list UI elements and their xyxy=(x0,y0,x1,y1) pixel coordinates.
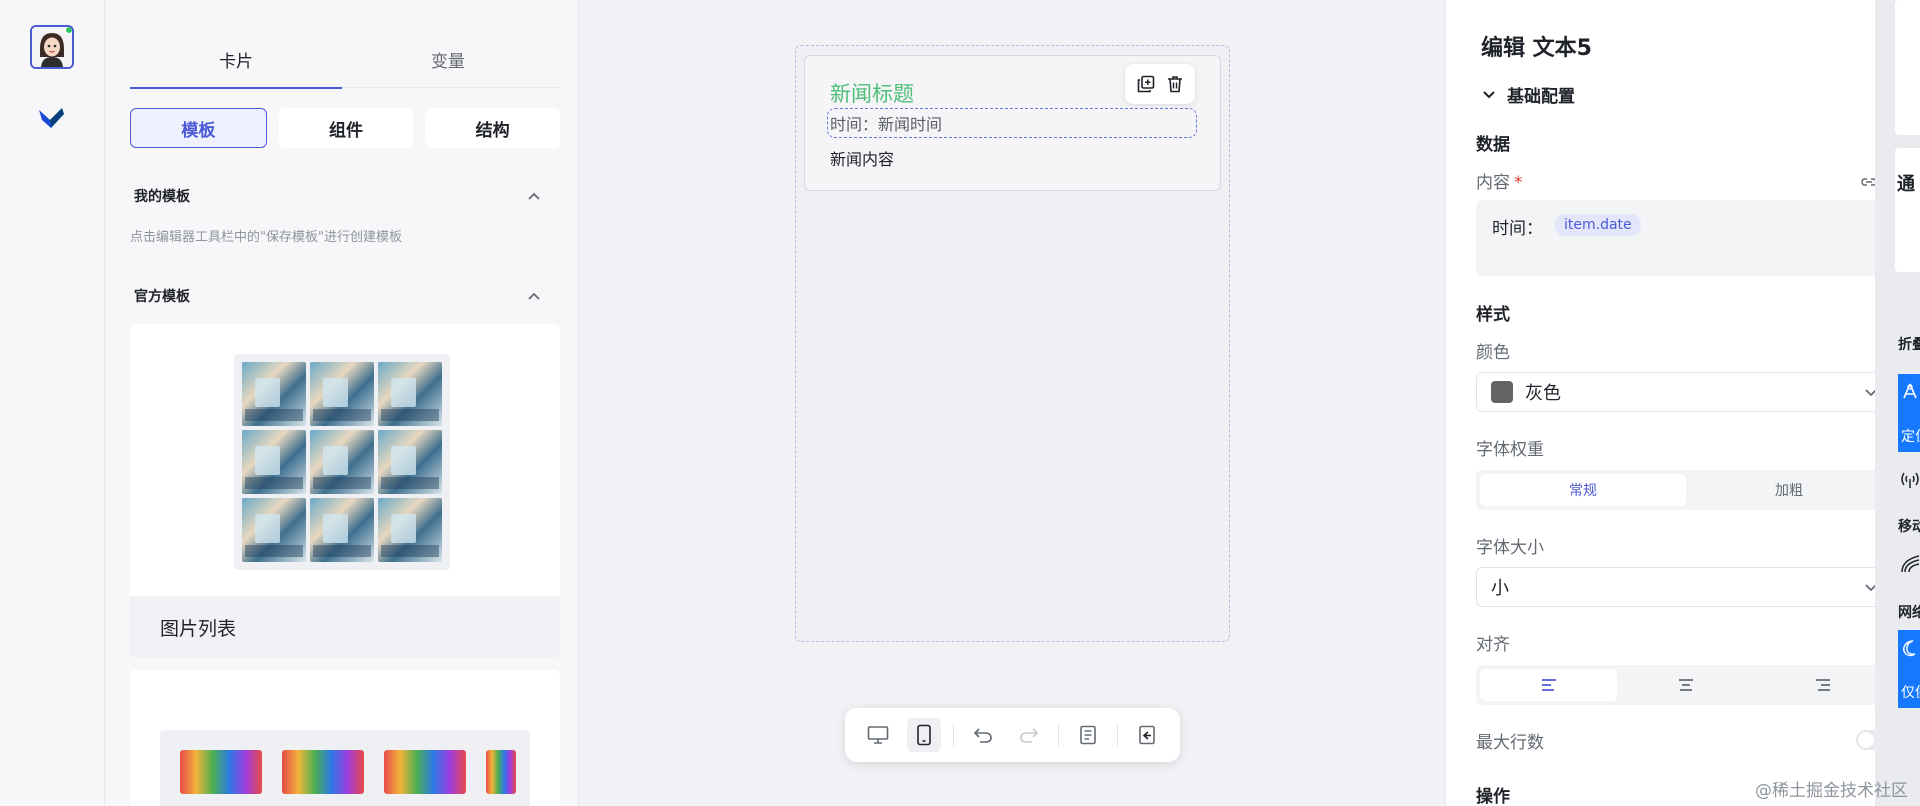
template-thumbnail xyxy=(160,730,530,806)
tab-card[interactable]: 卡片 xyxy=(130,30,342,89)
element-toolbar xyxy=(1125,64,1195,104)
tab-variables[interactable]: 变量 xyxy=(342,30,554,88)
my-templates-title: 我的模板 xyxy=(134,189,190,205)
weight-bold-option[interactable]: 加粗 xyxy=(1686,474,1875,506)
panel-tabs: 卡片 变量 xyxy=(130,30,560,89)
online-status-dot xyxy=(64,27,72,35)
config-title: 编辑 文本5 xyxy=(1481,36,1592,61)
desktop-view-icon[interactable] xyxy=(861,718,895,752)
location-icon xyxy=(1903,383,1917,399)
document-icon[interactable] xyxy=(1071,718,1105,752)
left-rail xyxy=(0,0,105,806)
news-card[interactable]: 新闻标题 时间：新闻时间 新闻内容 xyxy=(804,55,1221,191)
operations-header: 操作 xyxy=(1476,787,1510,806)
strip-label-fold: 折叠 xyxy=(1898,337,1920,353)
network-icon[interactable] xyxy=(1899,552,1920,574)
font-size-value: 小 xyxy=(1491,578,1509,599)
toolbar-divider xyxy=(1058,724,1059,746)
segment-templates[interactable]: 模板 xyxy=(130,108,267,148)
align-left-icon[interactable] xyxy=(1480,669,1618,701)
strip-card-text: 通 xyxy=(1897,174,1915,195)
panel-segments: 模板 组件 结构 xyxy=(130,108,561,148)
trash-icon[interactable] xyxy=(1164,73,1186,95)
chevron-up-icon[interactable] xyxy=(526,188,542,204)
color-select[interactable]: 灰色 xyxy=(1476,372,1875,412)
brand-logo-icon[interactable] xyxy=(36,100,68,132)
chevron-down-icon xyxy=(1865,584,1875,592)
align-right-icon[interactable] xyxy=(1755,669,1875,701)
align-center-icon[interactable] xyxy=(1617,669,1754,701)
required-mark: * xyxy=(1514,173,1523,193)
segment-structure[interactable]: 结构 xyxy=(425,108,561,148)
style-header: 样式 xyxy=(1476,305,1510,325)
color-swatch xyxy=(1491,381,1513,403)
canvas-toolbar xyxy=(845,708,1180,762)
font-weight-toggle: 常规 加粗 xyxy=(1476,470,1875,510)
phone-preview-frame: 新闻标题 时间：新闻时间 新闻内容 xyxy=(795,45,1230,642)
toolbar-divider xyxy=(1117,724,1118,746)
content-input[interactable]: 时间： item.date xyxy=(1476,200,1875,276)
my-templates-hint: 点击编辑器工具栏中的"保存模板"进行创建模板 xyxy=(130,230,402,245)
color-label: 颜色 xyxy=(1476,343,1510,363)
strip-blue-label: 仅供 xyxy=(1901,685,1920,701)
chevron-down-icon xyxy=(1483,90,1495,98)
data-header: 数据 xyxy=(1476,135,1510,155)
moon-icon xyxy=(1903,640,1916,657)
chevron-down-icon xyxy=(1865,389,1875,397)
weight-regular-option[interactable]: 常规 xyxy=(1480,474,1686,506)
align-toggle xyxy=(1476,665,1875,705)
font-size-label: 字体大小 xyxy=(1476,538,1544,558)
component-panel: 卡片 变量 模板 组件 结构 我的模板 点击编辑器工具栏中的"保存模板"进行创建… xyxy=(106,0,579,806)
import-icon[interactable] xyxy=(1130,718,1164,752)
card-title[interactable]: 新闻标题 xyxy=(830,78,914,108)
link-icon[interactable] xyxy=(1861,174,1875,190)
undo-icon[interactable] xyxy=(966,718,1000,752)
strip-blue-label: 定位 xyxy=(1901,429,1920,445)
watermark: @稀土掘金技术社区 xyxy=(1755,781,1908,801)
signal-icon[interactable] xyxy=(1899,468,1920,490)
template-card-image-list[interactable]: 图片列表 xyxy=(130,324,560,658)
color-value: 灰色 xyxy=(1525,383,1561,404)
official-templates-title: 官方模板 xyxy=(134,289,190,305)
strip-only-item[interactable]: 仅供 xyxy=(1898,630,1920,708)
right-side-strip: 通 折叠 定位 移动 网络 仅供 xyxy=(1875,0,1920,806)
strip-label-move: 移动 xyxy=(1898,519,1920,535)
strip-card: 通 xyxy=(1895,148,1920,272)
content-label: 内容 * xyxy=(1476,173,1523,193)
mobile-view-icon[interactable] xyxy=(907,718,941,752)
template-label: 图片列表 xyxy=(130,596,560,658)
max-lines-toggle[interactable] xyxy=(1856,730,1875,750)
strip-label-network: 网络 xyxy=(1898,605,1920,621)
editor-canvas: 新闻标题 时间：新闻时间 新闻内容 xyxy=(580,0,1445,806)
toolbar-divider xyxy=(953,724,954,746)
max-lines-label: 最大行数 xyxy=(1476,733,1544,753)
font-size-select[interactable]: 小 xyxy=(1476,567,1875,607)
card-content[interactable]: 新闻内容 xyxy=(830,146,894,170)
font-weight-label: 字体权重 xyxy=(1476,440,1544,460)
strip-card xyxy=(1895,0,1920,135)
card-time-text-selected[interactable]: 时间：新闻时间 xyxy=(827,108,1197,138)
align-label: 对齐 xyxy=(1476,635,1510,655)
group-label: 基础配置 xyxy=(1507,87,1575,107)
chevron-up-icon[interactable] xyxy=(526,288,542,304)
basic-config-group[interactable]: 基础配置 xyxy=(1481,82,1575,107)
config-panel: 编辑 文本5 基础配置 数据 内容 * 时间： item.date 样式 颜色 灰… xyxy=(1445,0,1875,806)
redo-icon[interactable] xyxy=(1012,718,1046,752)
content-prefix: 时间： xyxy=(1492,219,1543,239)
user-avatar[interactable] xyxy=(30,25,74,69)
strip-locate-item[interactable]: 定位 xyxy=(1898,374,1920,452)
copy-add-icon[interactable] xyxy=(1135,73,1157,95)
template-thumbnail xyxy=(234,354,450,570)
segment-components[interactable]: 组件 xyxy=(278,108,414,148)
template-card-app-grid[interactable] xyxy=(130,670,560,806)
variable-pill[interactable]: item.date xyxy=(1555,214,1641,236)
